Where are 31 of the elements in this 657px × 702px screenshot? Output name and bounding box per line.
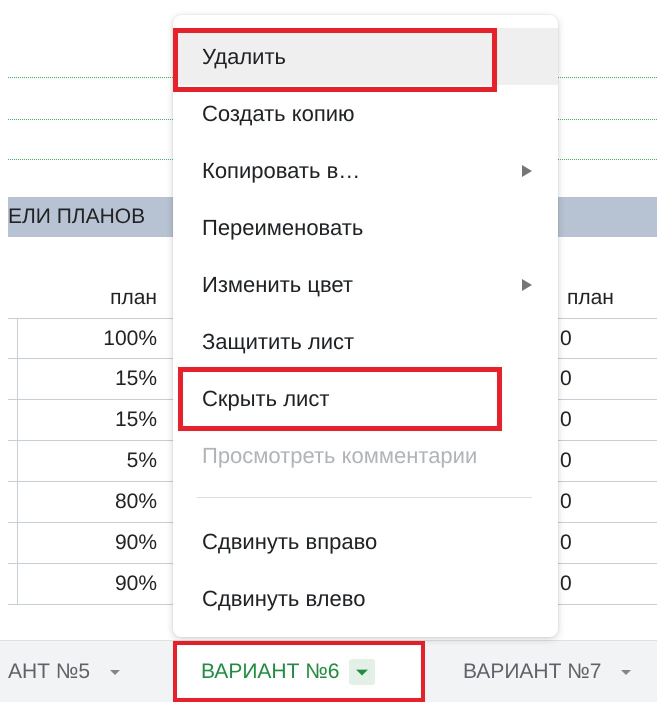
menu-item[interactable]: Сдвинуть влево <box>173 570 558 627</box>
table-cell: 0 <box>560 449 572 473</box>
menu-item[interactable]: Сдвинуть вправо <box>173 513 558 570</box>
column-header: план <box>110 286 157 310</box>
table-cell: 100% <box>103 326 157 350</box>
submenu-arrow-icon <box>522 164 532 176</box>
sheet-tab[interactable]: АНТ №5 <box>0 641 173 702</box>
band-text: ЕЛИ ПЛАНОВ <box>8 205 146 229</box>
menu-item[interactable]: Изменить цвет <box>173 256 558 313</box>
table-cell: 80% <box>114 490 157 514</box>
menu-item[interactable]: Защитить лист <box>173 313 558 370</box>
menu-item[interactable]: Скрыть лист <box>173 370 558 427</box>
column-header: план <box>567 286 614 310</box>
table-cell: 0 <box>560 490 572 514</box>
menu-item[interactable]: Переименовать <box>173 199 558 256</box>
table-cell: 0 <box>560 326 572 350</box>
table-cell: 0 <box>560 572 572 596</box>
menu-item[interactable]: Создать копию <box>173 85 558 142</box>
table-cell: 90% <box>114 572 157 596</box>
table-cell: 0 <box>560 367 572 391</box>
table-cell: 5% <box>126 449 157 473</box>
table-cell: 0 <box>560 531 572 555</box>
table-cell: 0 <box>560 408 572 432</box>
table-cell: 90% <box>114 531 157 555</box>
table-cell: 15% <box>114 367 157 391</box>
table-cell: 15% <box>114 408 157 432</box>
submenu-arrow-icon <box>522 278 532 290</box>
menu-item[interactable]: Копировать в… <box>173 142 558 199</box>
sheet-tab[interactable]: ВАРИАНТ №7 <box>425 641 657 702</box>
sheet-tab[interactable]: ВАРИАНТ №6 <box>173 641 425 702</box>
caret-icon[interactable] <box>349 658 376 684</box>
